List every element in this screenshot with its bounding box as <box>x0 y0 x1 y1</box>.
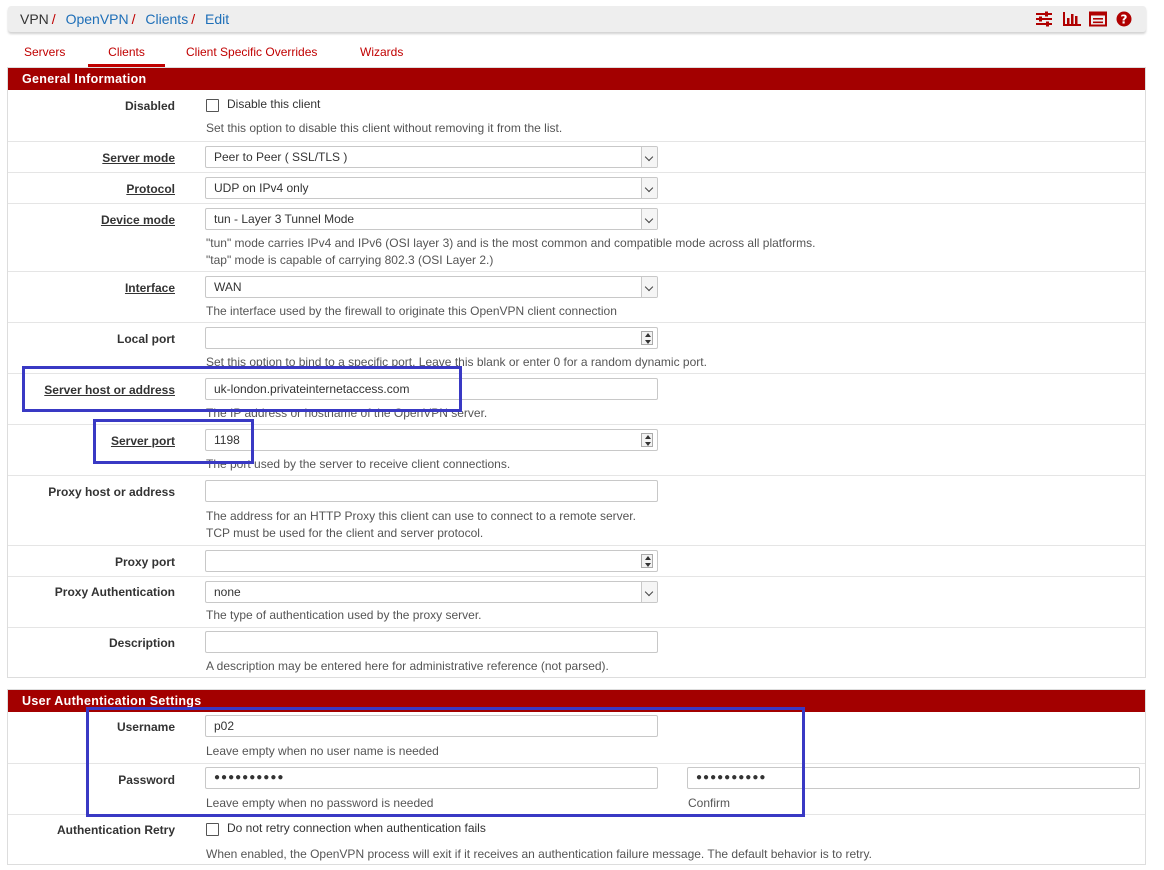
tab-client-specific-overrides[interactable]: Client Specific Overrides <box>186 44 317 64</box>
protocol-label[interactable]: Protocol <box>126 182 175 196</box>
description-label: Description <box>108 636 175 650</box>
device-mode-select[interactable]: tun - Layer 3 Tunnel Mode <box>205 208 658 230</box>
auth-retry-help: When enabled, the OpenVPN process will e… <box>206 847 872 861</box>
interface-help: The interface used by the firewall to or… <box>206 304 617 318</box>
proxy-auth-select[interactable]: none <box>205 581 658 603</box>
server-mode-select[interactable]: Peer to Peer ( SSL/TLS ) <box>205 146 658 168</box>
auth-retry-label: Authentication Retry <box>56 823 175 837</box>
disable-client-checkbox[interactable] <box>206 99 219 112</box>
proxy-host-help-tcp: TCP must be used for the client and serv… <box>206 526 484 540</box>
proxy-host-help: The address for an HTTP Proxy this clien… <box>206 509 636 523</box>
row-proxy-host: Proxy host or address The address for an… <box>8 475 1145 545</box>
list-icon[interactable] <box>1089 11 1107 27</box>
server-port-input[interactable]: 1198 <box>205 429 658 451</box>
disabled-label: Disabled <box>124 99 175 113</box>
tab-clients[interactable]: Clients <box>88 44 165 67</box>
settings-sliders-icon[interactable] <box>1035 11 1053 27</box>
breadcrumb-bar: VPN / OpenVPN / Clients / Edit ? <box>8 6 1146 32</box>
chevron-down-icon <box>641 147 657 167</box>
panel-title: General Information <box>8 68 1145 90</box>
highlight-box-server-port <box>93 419 254 464</box>
chevron-down-icon <box>641 582 657 602</box>
proxy-host-input[interactable] <box>205 480 658 502</box>
row-proxy-port: Proxy port <box>8 545 1145 576</box>
description-input[interactable] <box>205 631 658 653</box>
help-icon[interactable]: ? <box>1116 11 1134 27</box>
bar-chart-icon[interactable] <box>1062 11 1081 27</box>
local-port-input[interactable] <box>205 327 658 349</box>
protocol-select[interactable]: UDP on IPv4 only <box>205 177 658 199</box>
breadcrumb-vpn[interactable]: VPN <box>20 11 49 27</box>
number-spinner-icon[interactable] <box>641 433 653 447</box>
interface-select[interactable]: WAN <box>205 276 658 298</box>
proxy-port-input[interactable] <box>205 550 658 572</box>
chevron-down-icon <box>641 178 657 198</box>
local-port-label: Local port <box>116 332 175 346</box>
row-proxy-authentication: Proxy Authentication none The type of au… <box>8 576 1145 627</box>
tab-servers[interactable]: Servers <box>24 44 65 64</box>
proxy-auth-help: The type of authentication used by the p… <box>206 608 482 622</box>
row-server-mode: Server mode Peer to Peer ( SSL/TLS ) <box>8 141 1145 172</box>
row-description: Description A description may be entered… <box>8 627 1145 678</box>
device-mode-label[interactable]: Device mode <box>101 213 175 227</box>
proxy-port-label: Proxy port <box>114 555 175 569</box>
row-authentication-retry: Authentication Retry Do not retry connec… <box>8 814 1145 865</box>
number-spinner-icon[interactable] <box>641 331 653 345</box>
breadcrumb-edit[interactable]: Edit <box>205 11 229 27</box>
disabled-help: Set this option to disable this client w… <box>206 121 563 135</box>
disable-client-checkbox-label[interactable]: Disable this client <box>227 97 320 111</box>
breadcrumb-clients[interactable]: Clients <box>145 11 188 27</box>
breadcrumb-openvpn[interactable]: OpenVPN <box>66 11 129 27</box>
highlight-box-server-host <box>22 366 462 412</box>
row-protocol: Protocol UDP on IPv4 only <box>8 172 1145 203</box>
highlight-box-credentials <box>86 707 805 817</box>
auth-retry-checkbox[interactable] <box>206 823 219 836</box>
tab-wizards[interactable]: Wizards <box>360 44 403 64</box>
auth-retry-checkbox-label[interactable]: Do not retry connection when authenticat… <box>227 821 486 835</box>
chevron-down-icon <box>641 209 657 229</box>
server-mode-label[interactable]: Server mode <box>102 151 175 165</box>
breadcrumb: VPN / OpenVPN / Clients / Edit <box>20 11 230 27</box>
device-mode-help-tun: "tun" mode carries IPv4 and IPv6 (OSI la… <box>206 236 816 250</box>
row-interface: Interface WAN The interface used by the … <box>8 271 1145 322</box>
chevron-down-icon <box>641 277 657 297</box>
proxy-auth-label: Proxy Authentication <box>54 585 175 599</box>
proxy-host-label: Proxy host or address <box>48 485 175 499</box>
row-device-mode: Device mode tun - Layer 3 Tunnel Mode "t… <box>8 203 1145 271</box>
description-help: A description may be entered here for ad… <box>206 659 609 673</box>
number-spinner-icon[interactable] <box>641 554 653 568</box>
row-disabled: Disabled Disable this client Set this op… <box>8 90 1145 141</box>
device-mode-help-tap: "tap" mode is capable of carrying 802.3 … <box>206 253 494 267</box>
interface-label[interactable]: Interface <box>125 281 175 295</box>
svg-text:?: ? <box>1121 13 1128 27</box>
